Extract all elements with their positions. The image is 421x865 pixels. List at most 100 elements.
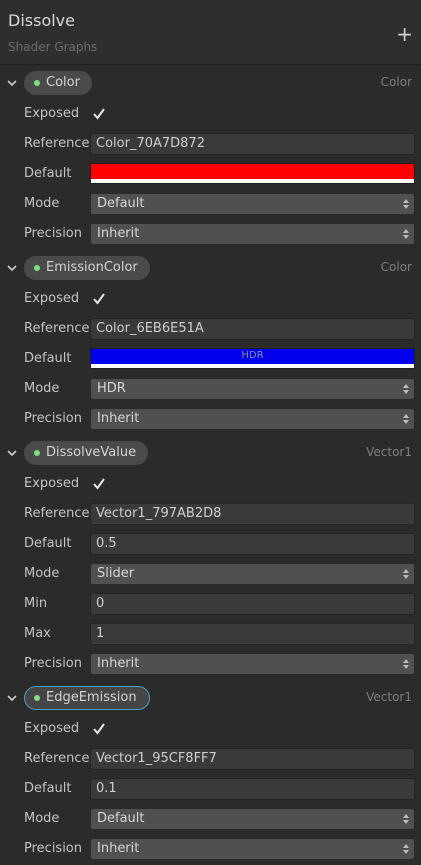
- dropdown-arrows-icon: [403, 229, 409, 239]
- property-pill-emissioncolor[interactable]: EmissionColor: [24, 256, 150, 280]
- row-mode: Mode HDR: [0, 374, 421, 404]
- default-label: Default: [24, 351, 72, 366]
- property-pill-color[interactable]: Color: [24, 71, 92, 95]
- property-header-emissioncolor[interactable]: EmissionColor Color: [0, 253, 421, 283]
- row-mode: Mode Default: [0, 804, 421, 834]
- reference-input[interactable]: Color_6EB6E51A: [90, 318, 415, 340]
- reference-label: Reference: [24, 506, 90, 521]
- chevron-down-icon[interactable]: [6, 77, 18, 89]
- exposed-label: Exposed: [24, 291, 80, 306]
- row-exposed: Exposed: [0, 469, 421, 499]
- reference-label: Reference: [24, 136, 90, 151]
- default-label: Default: [24, 166, 72, 181]
- reference-input[interactable]: Vector1_797AB2D8: [90, 503, 415, 525]
- property-header-color[interactable]: Color Color: [0, 68, 421, 98]
- dropdown-arrows-icon: [403, 199, 409, 209]
- precision-dropdown[interactable]: Inherit: [90, 838, 415, 860]
- reference-label: Reference: [24, 751, 90, 766]
- plus-icon[interactable]: +: [396, 24, 413, 44]
- exposed-dot-icon: [34, 80, 40, 86]
- default-color-swatch[interactable]: [90, 163, 415, 184]
- mode-label: Mode: [24, 196, 60, 211]
- default-label: Default: [24, 536, 72, 551]
- max-input[interactable]: 1: [90, 623, 415, 645]
- exposed-checkbox[interactable]: [92, 477, 106, 491]
- min-input[interactable]: 0: [90, 593, 415, 615]
- mode-label: Mode: [24, 566, 60, 581]
- row-mode: Mode Default: [0, 189, 421, 219]
- row-precision: Precision Inherit: [0, 219, 421, 249]
- dropdown-arrows-icon: [403, 384, 409, 394]
- exposed-dot-icon: [34, 694, 40, 701]
- chevron-down-icon[interactable]: [6, 447, 18, 459]
- row-mode: Mode Slider: [0, 559, 421, 589]
- mode-dropdown[interactable]: Default: [90, 193, 415, 215]
- mode-dropdown[interactable]: Slider: [90, 563, 415, 585]
- dropdown-arrows-icon: [403, 659, 409, 669]
- row-exposed: Exposed: [0, 284, 421, 314]
- property-type: Vector1: [366, 445, 412, 459]
- graph-subtitle: Shader Graphs: [8, 40, 98, 54]
- mode-label: Mode: [24, 811, 60, 826]
- precision-label: Precision: [24, 841, 83, 856]
- row-reference: Reference Color_70A7D872: [0, 129, 421, 159]
- row-precision: Precision Inherit: [0, 649, 421, 679]
- mode-dropdown[interactable]: Default: [90, 808, 415, 830]
- dropdown-arrows-icon: [403, 569, 409, 579]
- exposed-label: Exposed: [24, 476, 80, 491]
- dropdown-arrows-icon: [403, 844, 409, 854]
- row-precision: Precision Inherit: [0, 404, 421, 434]
- row-default: Default HDR: [0, 344, 421, 374]
- property-pill-edgeemission[interactable]: EdgeEmission: [24, 686, 150, 710]
- mode-label: Mode: [24, 381, 60, 396]
- exposed-label: Exposed: [24, 106, 80, 121]
- default-color-swatch[interactable]: HDR: [90, 348, 415, 369]
- min-label: Min: [24, 596, 48, 611]
- hdr-label: HDR: [241, 350, 264, 361]
- reference-input[interactable]: Vector1_95CF8FF7: [90, 748, 415, 770]
- color-fill: [91, 164, 414, 179]
- row-reference: Reference Color_6EB6E51A: [0, 314, 421, 344]
- row-default: Default: [0, 159, 421, 189]
- precision-label: Precision: [24, 656, 83, 671]
- exposed-label: Exposed: [24, 721, 80, 736]
- row-precision: Precision Inherit: [0, 834, 421, 864]
- exposed-checkbox[interactable]: [92, 107, 106, 121]
- property-type: Vector1: [366, 690, 412, 704]
- row-reference: Reference Vector1_95CF8FF7: [0, 744, 421, 774]
- exposed-dot-icon: [34, 450, 40, 456]
- precision-label: Precision: [24, 411, 83, 426]
- exposed-checkbox[interactable]: [92, 292, 106, 306]
- property-type: Color: [380, 260, 412, 274]
- property-header-edgeemission[interactable]: EdgeEmission Vector1: [0, 683, 421, 713]
- row-reference: Reference Vector1_797AB2D8: [0, 499, 421, 529]
- row-max: Max 1: [0, 619, 421, 649]
- default-label: Default: [24, 781, 72, 796]
- dropdown-arrows-icon: [403, 414, 409, 424]
- row-default: Default 0.5: [0, 529, 421, 559]
- reference-input[interactable]: Color_70A7D872: [90, 133, 415, 155]
- graph-title: Dissolve: [8, 11, 75, 30]
- default-value-input[interactable]: 0.1: [90, 778, 415, 800]
- precision-dropdown[interactable]: Inherit: [90, 653, 415, 675]
- reference-label: Reference: [24, 321, 90, 336]
- property-pill-dissolvevalue[interactable]: DissolveValue: [24, 441, 149, 465]
- dropdown-arrows-icon: [403, 814, 409, 824]
- alpha-bar: [91, 364, 414, 368]
- precision-dropdown[interactable]: Inherit: [90, 408, 415, 430]
- max-label: Max: [24, 626, 51, 641]
- blackboard-header: Dissolve Shader Graphs +: [0, 0, 421, 65]
- mode-dropdown[interactable]: HDR: [90, 378, 415, 400]
- row-default: Default 0.1: [0, 774, 421, 804]
- default-value-input[interactable]: 0.5: [90, 533, 415, 555]
- exposed-dot-icon: [34, 265, 40, 271]
- precision-dropdown[interactable]: Inherit: [90, 223, 415, 245]
- alpha-bar: [91, 179, 414, 183]
- property-type: Color: [380, 75, 412, 89]
- exposed-checkbox[interactable]: [92, 722, 106, 736]
- chevron-down-icon[interactable]: [6, 692, 18, 704]
- row-exposed: Exposed: [0, 714, 421, 744]
- property-header-dissolvevalue[interactable]: DissolveValue Vector1: [0, 438, 421, 468]
- row-min: Min 0: [0, 589, 421, 619]
- chevron-down-icon[interactable]: [6, 262, 18, 274]
